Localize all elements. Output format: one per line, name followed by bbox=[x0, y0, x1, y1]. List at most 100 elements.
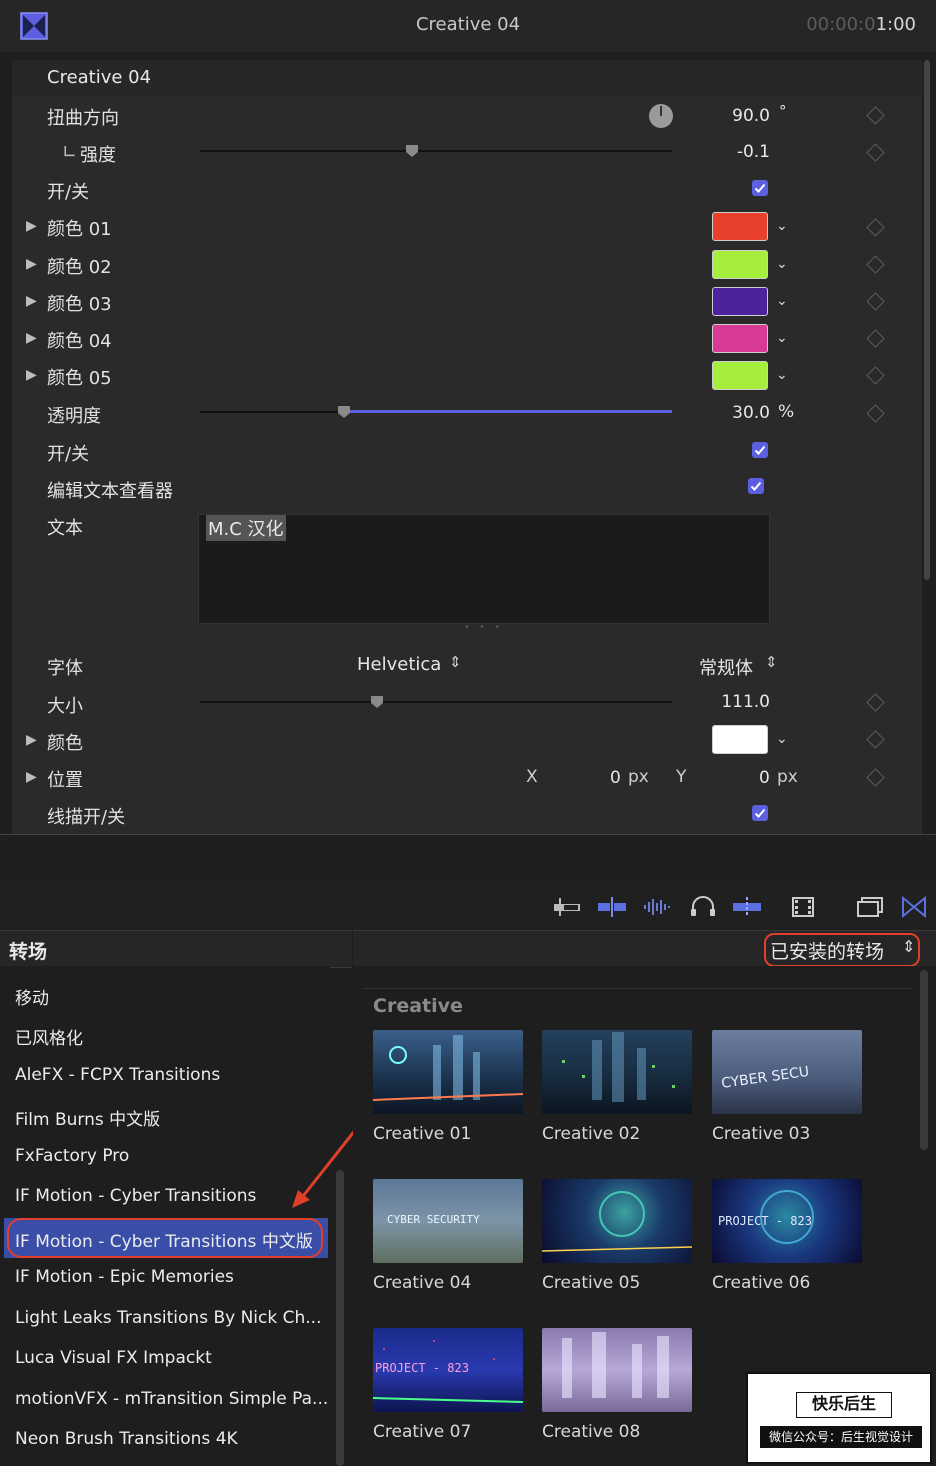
thumb-overlay-text: CYBER SECURITY bbox=[387, 1213, 480, 1226]
strength-label: 强度 bbox=[80, 145, 116, 166]
browser-window-icon[interactable] bbox=[855, 896, 885, 918]
toggle-checkbox[interactable] bbox=[752, 180, 768, 196]
chevron-down-icon[interactable]: ⌄ bbox=[776, 367, 788, 383]
expand-triangle-icon[interactable]: ▶ bbox=[26, 293, 37, 309]
size-value[interactable]: 111.0 bbox=[700, 692, 770, 712]
toggle-label: 开/关 bbox=[47, 444, 90, 465]
transition-thumbnail[interactable] bbox=[373, 1030, 523, 1114]
transition-label: Creative 08 bbox=[542, 1422, 641, 1442]
color02-label: 颜色 02 bbox=[47, 257, 112, 278]
toggle-label: 开/关 bbox=[47, 182, 90, 203]
transition-label: Creative 04 bbox=[373, 1273, 472, 1293]
edit-text-viewer-checkbox[interactable] bbox=[748, 478, 764, 494]
category-item-selected[interactable]: IF Motion - Cyber Transitions 中文版 bbox=[15, 1227, 313, 1252]
size-slider-knob[interactable] bbox=[370, 694, 384, 713]
inspector-scrollbar[interactable] bbox=[924, 60, 930, 580]
insert-clip-icon[interactable] bbox=[597, 896, 627, 918]
category-item[interactable]: FxFactory Pro bbox=[15, 1146, 129, 1166]
transition-thumbnail[interactable] bbox=[542, 1030, 692, 1114]
installed-transitions-label[interactable]: 已安装的转场 bbox=[770, 937, 884, 964]
resize-handle[interactable]: • • • bbox=[464, 622, 503, 633]
category-item[interactable]: IF Motion - Cyber Transitions bbox=[15, 1186, 256, 1206]
font-family-select[interactable]: Helvetica bbox=[357, 654, 441, 675]
append-clip-icon[interactable] bbox=[552, 896, 582, 918]
category-item[interactable]: Luca Visual FX Impackt bbox=[15, 1348, 212, 1368]
font-style-select[interactable]: 常规体 bbox=[699, 654, 753, 680]
category-item[interactable]: Light Leaks Transitions By Nick Ch... bbox=[15, 1308, 321, 1328]
color01-label: 颜色 01 bbox=[47, 219, 112, 240]
color01-swatch[interactable] bbox=[712, 212, 768, 241]
degree-unit: ° bbox=[779, 102, 787, 120]
inspector-footer bbox=[0, 834, 936, 884]
watermark-subtitle: 微信公众号：后生视觉设计 bbox=[760, 1426, 922, 1448]
text-color-swatch[interactable] bbox=[712, 725, 768, 754]
transition-label: Creative 03 bbox=[712, 1124, 811, 1144]
stroke-toggle-checkbox[interactable] bbox=[752, 805, 768, 821]
audio-waveform-icon[interactable] bbox=[642, 896, 672, 918]
updown-chevron-icon[interactable]: ⇕ bbox=[902, 937, 915, 956]
expand-triangle-icon[interactable]: ▶ bbox=[26, 367, 37, 383]
updown-chevron-icon[interactable]: ⇕ bbox=[449, 653, 462, 671]
category-item[interactable]: Film Burns 中文版 bbox=[15, 1105, 160, 1130]
toggle-checkbox[interactable] bbox=[752, 442, 768, 458]
chevron-down-icon[interactable]: ⌄ bbox=[776, 293, 788, 309]
chevron-down-icon[interactable]: ⌄ bbox=[776, 218, 788, 234]
percent-unit: % bbox=[778, 402, 795, 422]
timecode: 00:00:01:00 bbox=[806, 14, 916, 35]
updown-chevron-icon[interactable]: ⇕ bbox=[765, 653, 778, 671]
sidebar-header bbox=[0, 930, 352, 968]
headphones-icon[interactable] bbox=[688, 896, 718, 918]
filmstrip-icon[interactable] bbox=[789, 896, 819, 918]
category-item[interactable]: 移动 bbox=[15, 984, 49, 1009]
category-item[interactable]: Neon Brush Transitions 4K bbox=[15, 1429, 238, 1449]
category-item[interactable]: 已风格化 bbox=[15, 1024, 83, 1049]
position-y-value[interactable]: 0 bbox=[759, 768, 770, 788]
grid-scrollbar[interactable] bbox=[920, 970, 928, 1150]
position-x-unit: px bbox=[628, 767, 649, 787]
position-x-value[interactable]: 0 bbox=[610, 768, 621, 788]
opacity-slider-knob[interactable] bbox=[337, 404, 351, 423]
color05-swatch[interactable] bbox=[712, 361, 768, 390]
chevron-down-icon[interactable]: ⌄ bbox=[776, 256, 788, 272]
sidebar-scrollbar[interactable] bbox=[336, 1170, 344, 1466]
strength-slider[interactable] bbox=[200, 150, 672, 152]
category-item[interactable]: motionVFX - mTransition Simple Pa... bbox=[15, 1389, 328, 1409]
transition-thumbnail[interactable] bbox=[542, 1179, 692, 1263]
position-label: 位置 bbox=[47, 770, 83, 791]
chevron-down-icon[interactable]: ⌄ bbox=[776, 731, 788, 747]
angle-dial[interactable] bbox=[648, 103, 674, 129]
size-label: 大小 bbox=[47, 696, 83, 717]
expand-triangle-icon[interactable]: ▶ bbox=[26, 732, 37, 748]
transition-label: Creative 02 bbox=[542, 1124, 641, 1144]
color02-swatch[interactable] bbox=[712, 250, 768, 279]
category-item[interactable]: IF Motion - Epic Memories bbox=[15, 1267, 234, 1287]
color04-swatch[interactable] bbox=[712, 324, 768, 353]
chevron-down-icon[interactable]: ⌄ bbox=[776, 330, 788, 346]
transition-thumbnail[interactable]: PROJECT - 823 bbox=[373, 1328, 523, 1412]
transition-label: Creative 06 bbox=[712, 1273, 811, 1293]
opacity-value[interactable]: 30.0 bbox=[700, 403, 770, 423]
position-y-label: Y bbox=[676, 767, 687, 787]
strength-value[interactable]: -0.1 bbox=[700, 142, 770, 162]
transition-thumbnail[interactable] bbox=[542, 1328, 692, 1412]
strength-slider-knob[interactable] bbox=[405, 143, 419, 162]
text-label: 文本 bbox=[47, 518, 83, 539]
transitions-browser-icon[interactable] bbox=[899, 895, 929, 919]
color03-swatch[interactable] bbox=[712, 287, 768, 316]
expand-triangle-icon[interactable]: ▶ bbox=[26, 256, 37, 272]
transition-thumbnail[interactable]: CYBER SECURITY bbox=[373, 1179, 523, 1263]
inspector-title: Creative 04 bbox=[415, 14, 521, 35]
expand-triangle-icon[interactable]: ▶ bbox=[26, 330, 37, 346]
size-slider[interactable] bbox=[200, 701, 672, 703]
category-item[interactable]: AleFX - FCPX Transitions bbox=[15, 1065, 220, 1085]
expand-triangle-icon[interactable]: ▶ bbox=[26, 218, 37, 234]
warp-direction-value[interactable]: 90.0 bbox=[700, 106, 770, 126]
warp-direction-label: 扭曲方向 bbox=[47, 108, 119, 129]
snapping-icon[interactable] bbox=[732, 896, 762, 918]
thumb-overlay-text: CYBER SECU bbox=[720, 1064, 810, 1092]
transition-thumbnail[interactable]: PROJECT - 823 bbox=[712, 1179, 862, 1263]
text-field-value[interactable]: M.C 汉化 bbox=[206, 515, 286, 541]
color04-label: 颜色 04 bbox=[47, 331, 112, 352]
transition-thumbnail[interactable]: CYBER SECU bbox=[712, 1030, 862, 1114]
expand-triangle-icon[interactable]: ▶ bbox=[26, 769, 37, 785]
